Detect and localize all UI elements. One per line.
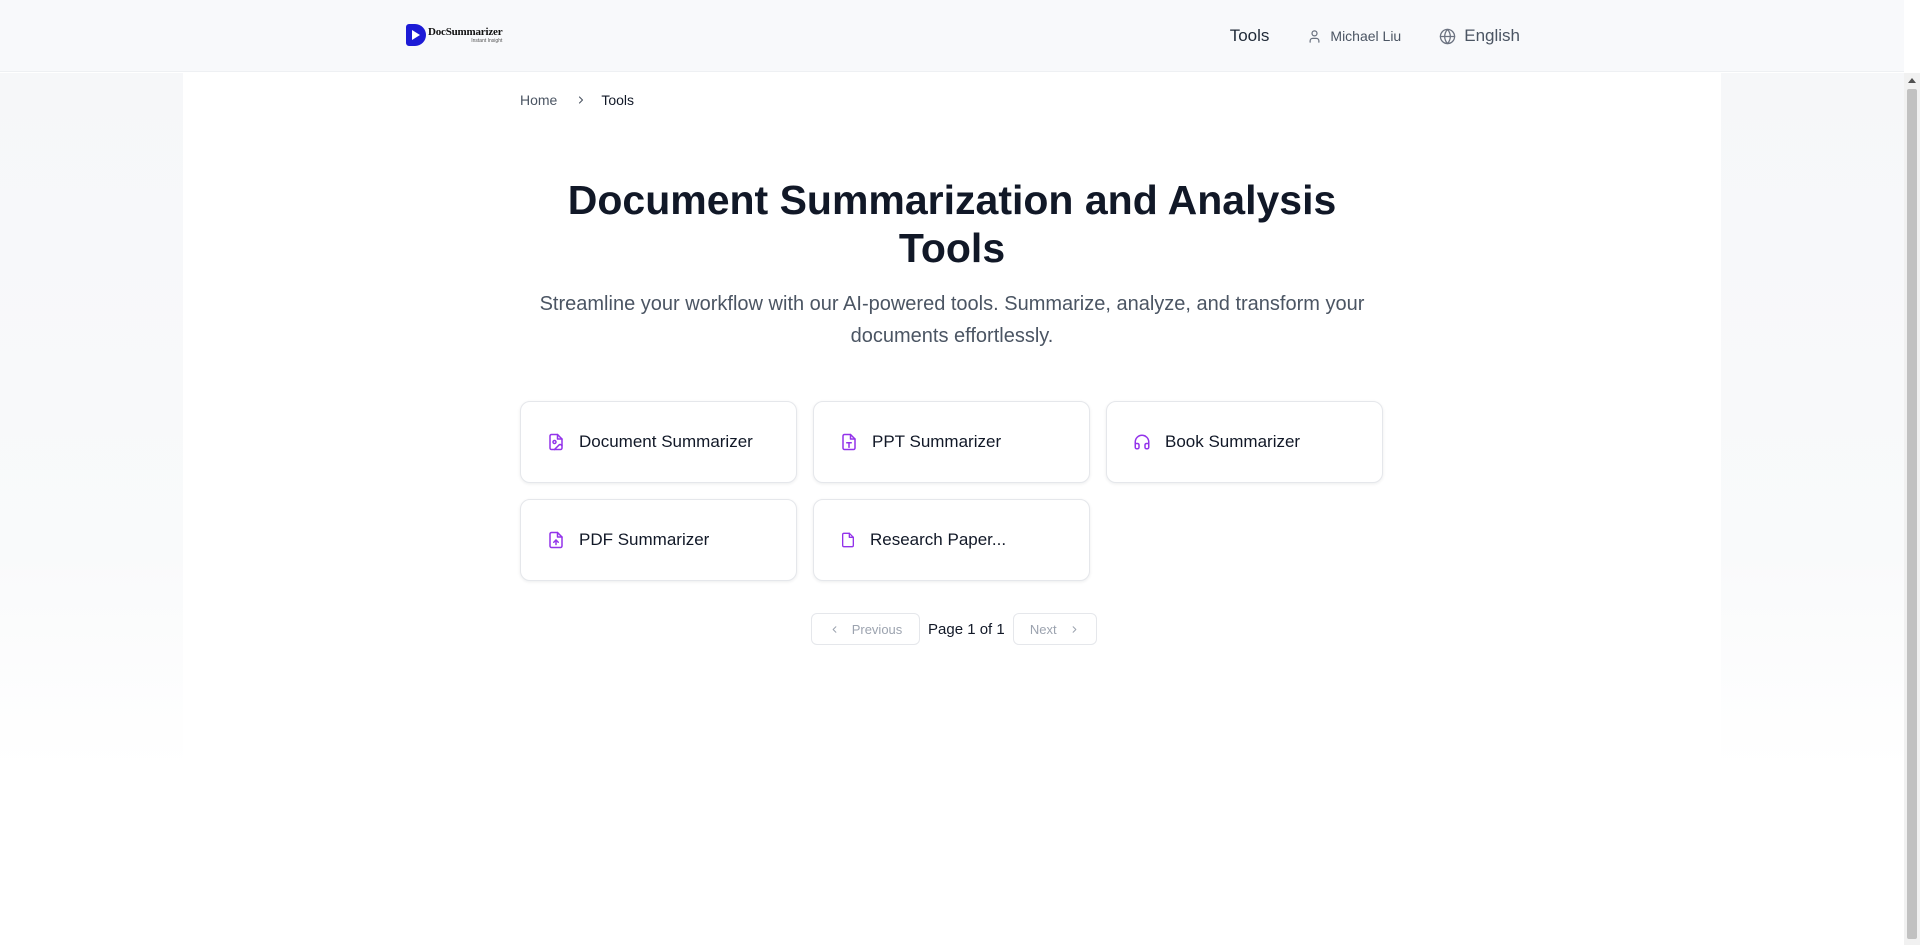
breadcrumb: Home Tools	[520, 92, 634, 108]
previous-page-button[interactable]: Previous	[811, 613, 920, 645]
next-page-button[interactable]: Next	[1012, 613, 1097, 645]
chevron-left-icon	[832, 625, 837, 633]
chevron-right-icon	[575, 94, 587, 106]
tool-card-label: Research Paper...	[870, 530, 1007, 549]
file-upload-icon	[547, 531, 565, 549]
next-label: Next	[1029, 621, 1057, 637]
file-icon	[840, 531, 856, 549]
scroll-up-arrow-icon[interactable]	[1908, 78, 1916, 83]
globe-icon	[1440, 28, 1456, 44]
user-menu[interactable]: Michael Liu	[1307, 28, 1401, 44]
tool-card-label: Book Summarizer	[1165, 432, 1301, 451]
tool-card-label: PPT Summarizer	[872, 432, 1002, 451]
tool-card-ppt-summarizer[interactable]: PPT Summarizer	[813, 401, 1090, 483]
page-indicator: Page 1 of 1	[928, 620, 1005, 638]
header-nav: Tools Michael Liu English	[1230, 0, 1520, 72]
breadcrumb-current: Tools	[601, 92, 635, 108]
file-type-icon	[840, 433, 858, 451]
nav-tools-link[interactable]: Tools	[1230, 26, 1270, 46]
breadcrumb-home-link[interactable]: Home	[520, 92, 557, 108]
vertical-scrollbar[interactable]	[1904, 73, 1920, 945]
logo[interactable]: DocSummarizer Instant Insight	[406, 24, 503, 46]
headphones-icon	[1133, 433, 1151, 451]
user-icon	[1309, 29, 1320, 43]
language-selector[interactable]: English	[1439, 26, 1520, 46]
tool-card-pdf-summarizer[interactable]: PDF Summarizer	[520, 499, 797, 581]
tool-card-label: PDF Summarizer	[579, 530, 710, 549]
previous-label: Previous	[851, 621, 903, 637]
user-name: Michael Liu	[1330, 28, 1402, 44]
top-navigation-bar: DocSummarizer Instant Insight Tools Mich…	[0, 0, 1904, 72]
pagination: Previous Page 1 of 1 Next	[811, 613, 1097, 645]
play-icon	[406, 24, 426, 46]
tool-card-book-summarizer[interactable]: Book Summarizer	[1106, 401, 1383, 483]
logo-tagline: Instant Insight	[471, 37, 503, 44]
page-title: Document Summarization and Analysis Tool…	[567, 177, 1337, 271]
chevron-right-icon	[1072, 625, 1076, 633]
tool-card-research-paper[interactable]: Research Paper...	[813, 499, 1090, 581]
page-subtitle: Streamline your workflow with our AI-pow…	[539, 293, 1365, 347]
scrollbar-thumb[interactable]	[1907, 89, 1917, 939]
tool-card-label: Document Summarizer	[579, 432, 753, 451]
language-label: English	[1464, 26, 1520, 45]
file-image-icon	[547, 433, 565, 451]
tool-card-document-summarizer[interactable]: Document Summarizer	[520, 401, 797, 483]
logo-name: DocSummarizer	[428, 25, 503, 38]
